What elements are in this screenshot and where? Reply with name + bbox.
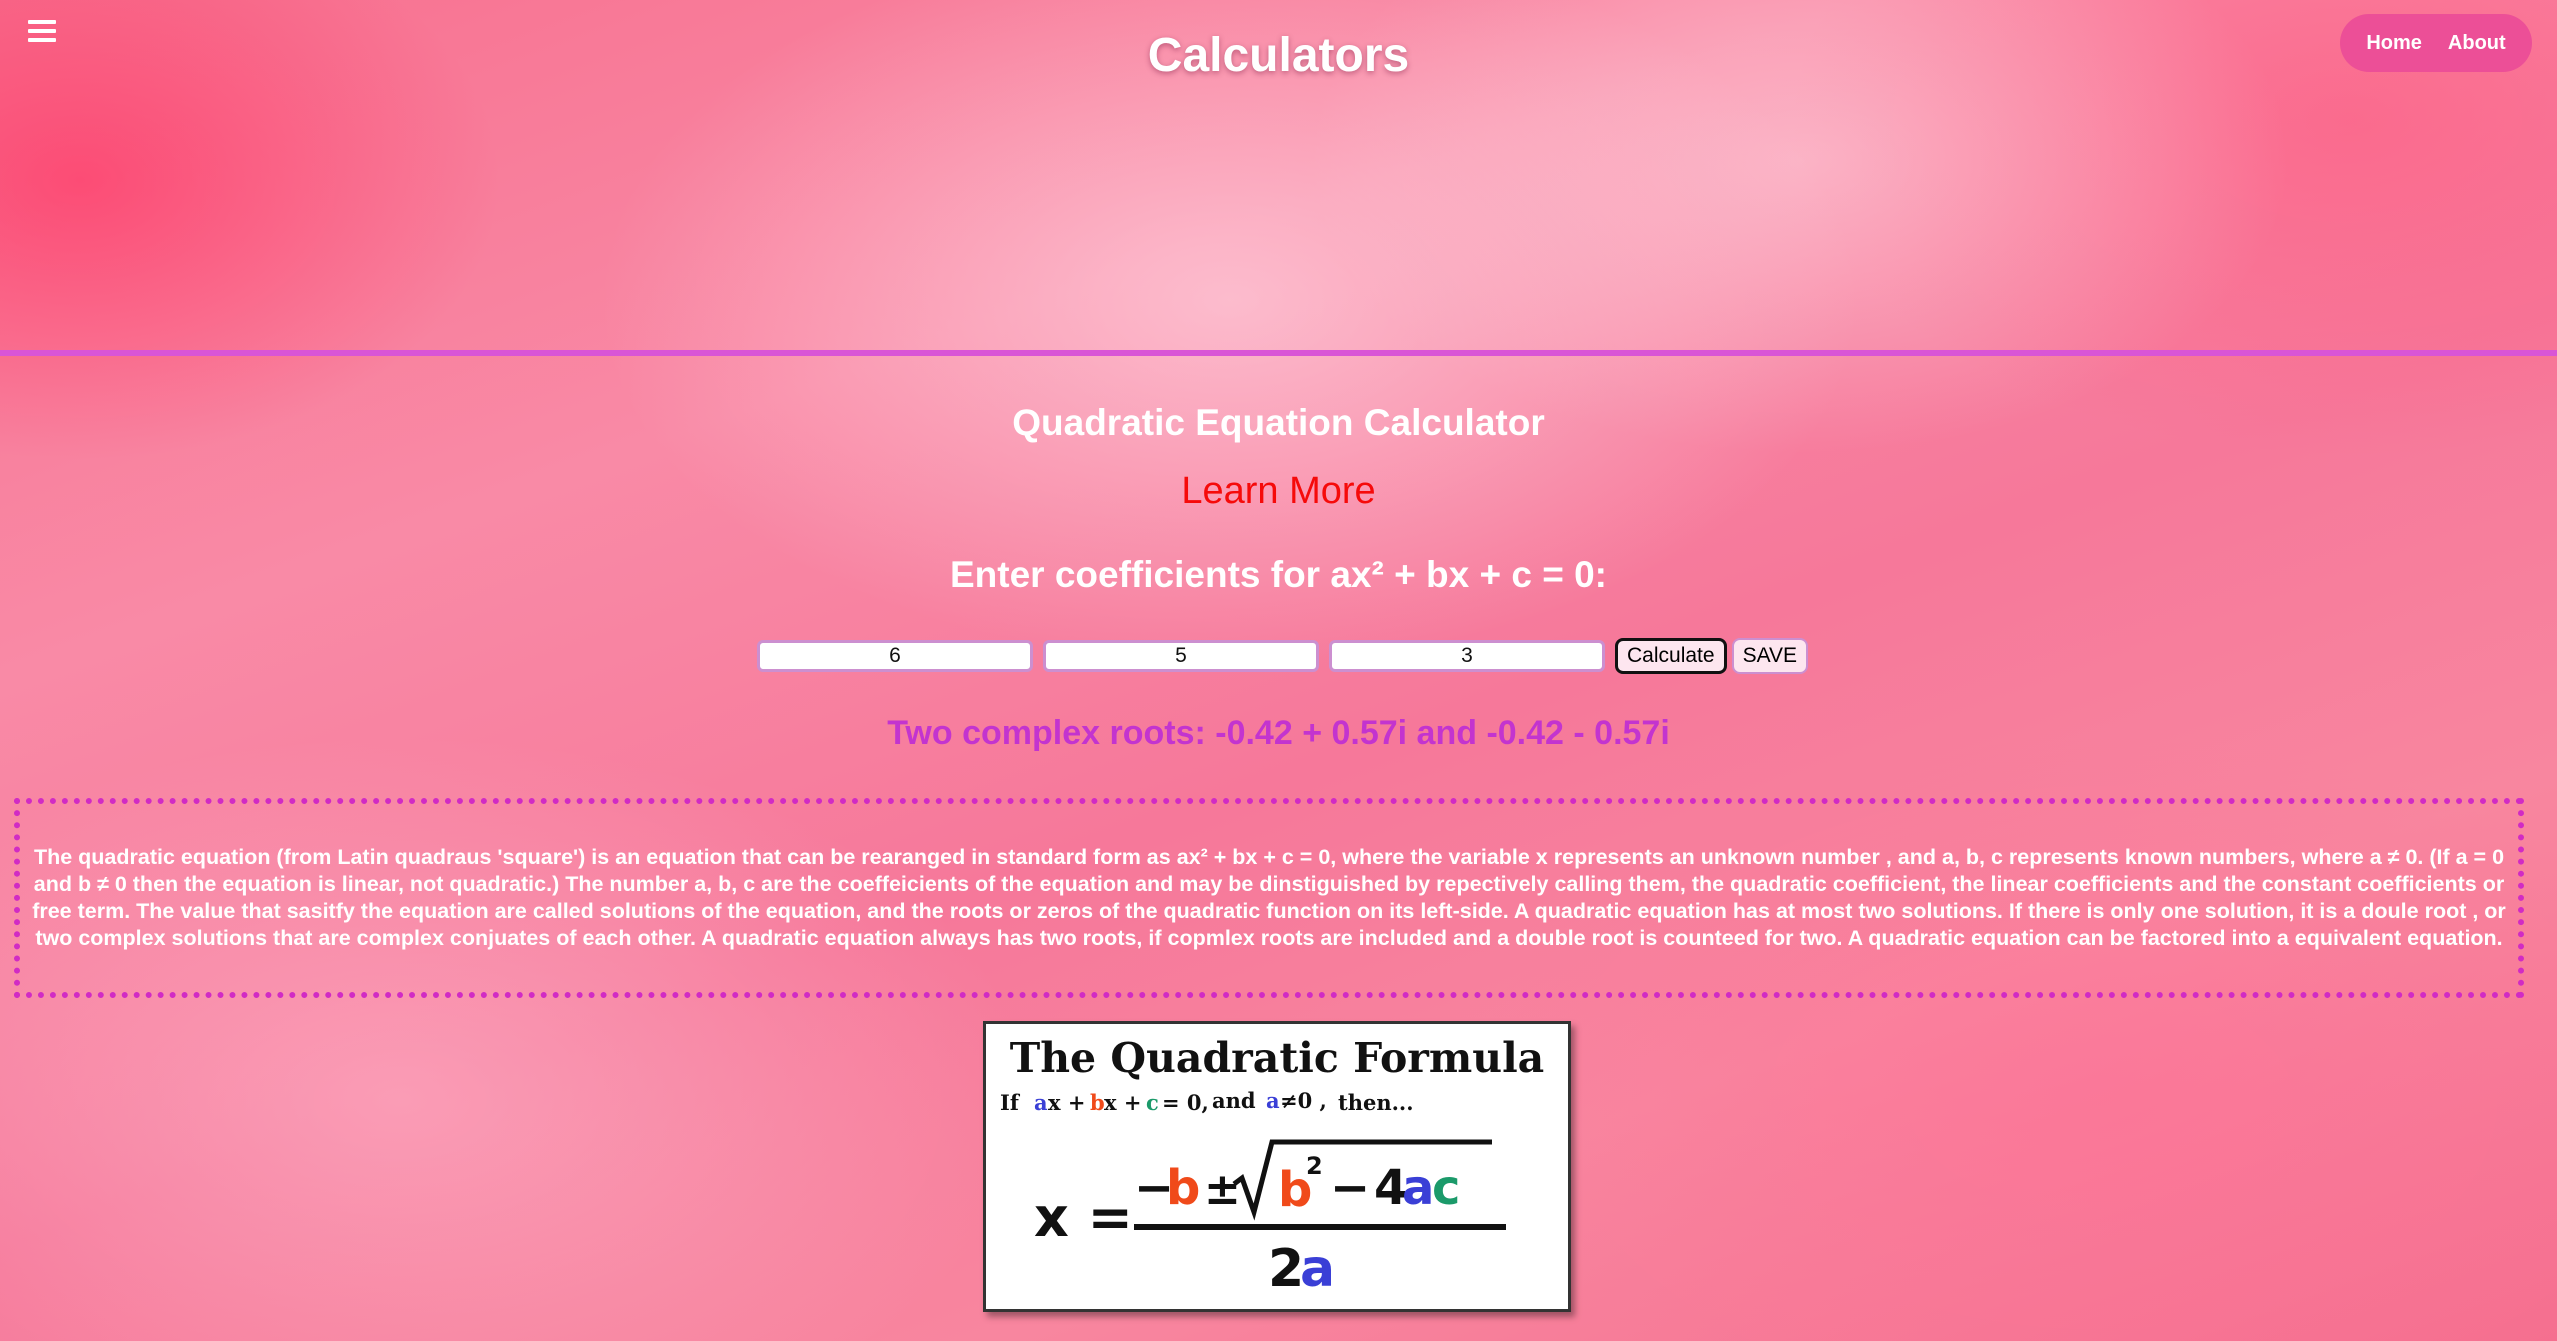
save-button[interactable]: SAVE bbox=[1731, 638, 1809, 674]
description-text: The quadratic equation (from Latin quadr… bbox=[32, 845, 2506, 950]
svg-text:≠0 ,: ≠0 , bbox=[1280, 1088, 1327, 1113]
svg-text:2: 2 bbox=[1268, 1239, 1304, 1299]
condition-if: If bbox=[1000, 1090, 1021, 1115]
calculate-button[interactable]: Calculate bbox=[1615, 638, 1727, 674]
result-text: Two complex roots: -0.42 + 0.57i and -0.… bbox=[887, 714, 1670, 752]
page-header: Calculators Home About bbox=[0, 0, 2557, 356]
coefficient-c-input[interactable] bbox=[1329, 640, 1605, 672]
site-title: Calculators bbox=[1147, 29, 1410, 82]
svg-text:c: c bbox=[1432, 1160, 1460, 1216]
svg-text:a: a bbox=[1300, 1239, 1335, 1299]
svg-text:x +: x + bbox=[1048, 1090, 1085, 1115]
svg-text:x +: x + bbox=[1104, 1090, 1141, 1115]
svg-text:a: a bbox=[1402, 1160, 1434, 1216]
condition-then: then... bbox=[1338, 1090, 1414, 1115]
svg-text:±: ± bbox=[1204, 1164, 1241, 1215]
svg-text:b: b bbox=[1166, 1160, 1200, 1216]
condition-and: and bbox=[1212, 1088, 1256, 1113]
coefficient-a-input[interactable] bbox=[757, 640, 1033, 672]
formula-condition: If a x + b x + c = 0, and a ≠0 , then... bbox=[1000, 1088, 1414, 1115]
svg-text:= 0,: = 0, bbox=[1162, 1090, 1209, 1115]
top-nav: Home About bbox=[2340, 14, 2532, 72]
nav-link-home[interactable]: Home bbox=[2366, 32, 2422, 55]
learn-more-link[interactable]: Learn More bbox=[1181, 470, 1375, 512]
formula-equation: x = − b ± b 2 − 4 a c 2 a bbox=[1034, 1139, 1506, 1299]
nav-link-about[interactable]: About bbox=[2448, 32, 2506, 55]
coefficient-b-input[interactable] bbox=[1043, 640, 1319, 672]
formula-title: The Quadratic Formula bbox=[1010, 1034, 1545, 1082]
coefficient-inputs-row: Calculate SAVE bbox=[757, 638, 1809, 674]
svg-text:c: c bbox=[1146, 1090, 1159, 1115]
calculator-title: Quadratic Equation Calculator bbox=[1012, 402, 1545, 443]
coefficients-prompt: Enter coefficients for ax² + bx + c = 0: bbox=[950, 554, 1607, 595]
svg-text:b: b bbox=[1090, 1090, 1105, 1115]
svg-text:−: − bbox=[1330, 1160, 1370, 1216]
svg-text:a: a bbox=[1034, 1090, 1048, 1115]
description-box: The quadratic equation (from Latin quadr… bbox=[14, 798, 2524, 998]
svg-text:x =: x = bbox=[1034, 1186, 1133, 1249]
svg-text:2: 2 bbox=[1306, 1152, 1323, 1180]
quadratic-formula-image: The Quadratic Formula If a x + b x + c =… bbox=[983, 1021, 1571, 1312]
learn-more-container: Learn More bbox=[0, 470, 2557, 513]
svg-text:a: a bbox=[1266, 1088, 1280, 1113]
